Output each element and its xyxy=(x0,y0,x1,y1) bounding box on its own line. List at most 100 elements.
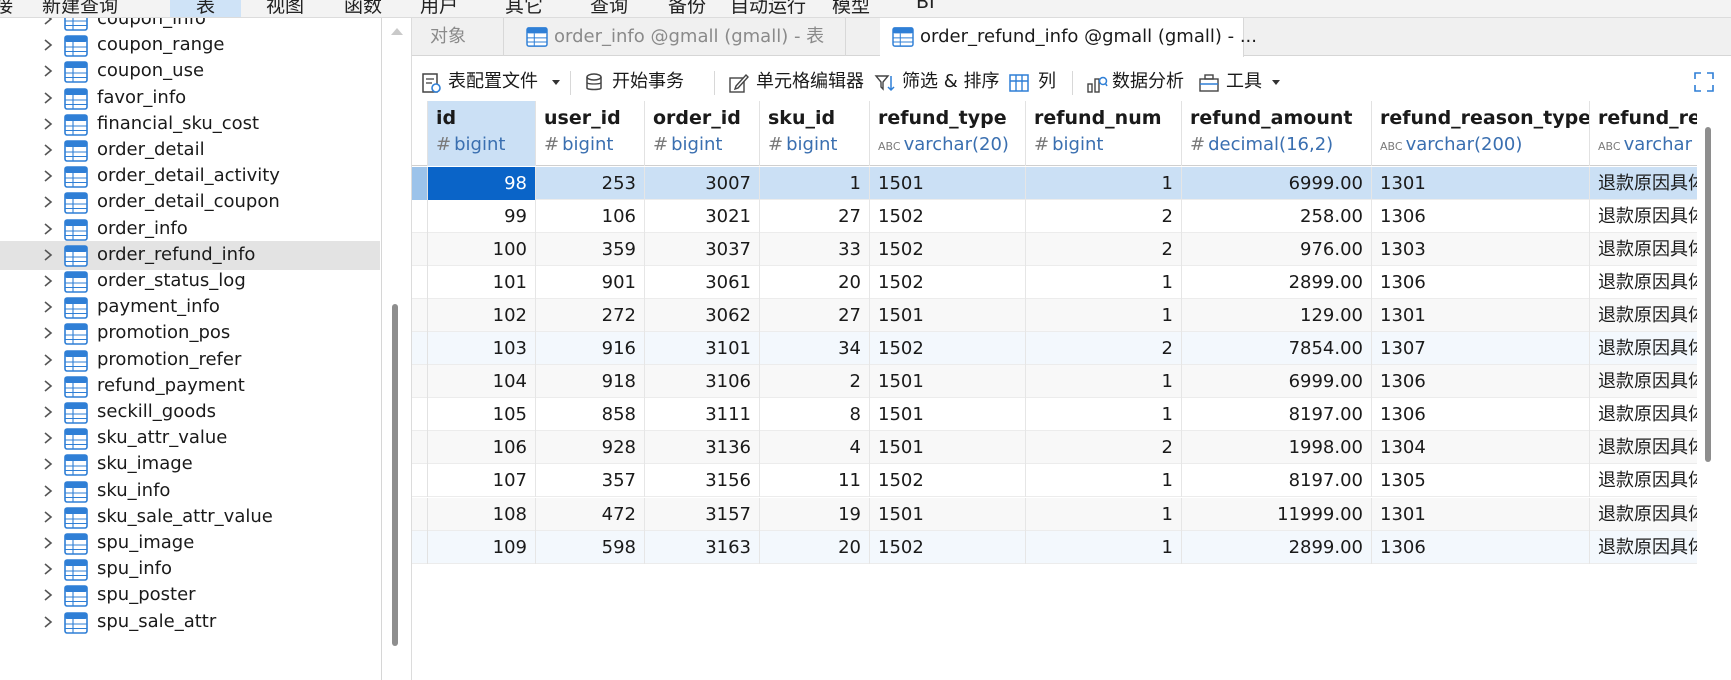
tree-item[interactable]: coupon_use xyxy=(0,57,380,86)
menu-item-bi[interactable]: BI xyxy=(916,0,935,13)
table-profile-button[interactable]: 表配置文件 xyxy=(418,63,568,101)
table-cell[interactable]: 1306 xyxy=(1372,530,1590,564)
table-cell[interactable]: 2 xyxy=(1026,233,1182,267)
table-cell[interactable]: 7854.00 xyxy=(1182,332,1372,366)
table-row[interactable]: 101 901 3061 20 1502 1 2899.00 1306 退款原因具体 xyxy=(412,266,1697,300)
table-cell[interactable]: 1501 xyxy=(870,167,1026,200)
chevron-right-icon[interactable] xyxy=(40,299,56,315)
table-cell[interactable]: 1301 xyxy=(1372,167,1590,200)
table-row[interactable]: 106 928 3136 4 1501 2 1998.00 1304 退款原因具体 xyxy=(412,431,1697,465)
table-cell[interactable]: 1502 xyxy=(870,530,1026,564)
table-cell[interactable]: 退款原因具体 xyxy=(1590,200,1697,233)
table-cell[interactable]: 3106 xyxy=(645,365,760,399)
table-cell[interactable]: 129.00 xyxy=(1182,299,1372,333)
table-row[interactable]: 98 253 3007 1 1501 1 6999.00 1301 退款原因具体 xyxy=(412,167,1697,200)
table-cell[interactable]: 8 xyxy=(760,398,870,432)
table-cell[interactable]: 106 xyxy=(428,431,536,465)
tree-item[interactable]: order_detail xyxy=(0,136,380,165)
cell-editor-button[interactable]: 单元格编辑器 xyxy=(728,63,878,101)
table-cell[interactable]: 退款原因具体 xyxy=(1590,431,1697,464)
table-row[interactable]: 108 472 3157 19 1501 1 11999.00 1301 退款原因具体 xyxy=(412,497,1697,531)
chevron-right-icon[interactable] xyxy=(40,63,56,79)
menu-item-connect[interactable]: 接 xyxy=(0,0,13,17)
chevron-right-icon[interactable] xyxy=(40,561,56,577)
table-cell[interactable]: 退款原因具体 xyxy=(1590,498,1697,531)
data-analysis-button[interactable]: 数据分析 xyxy=(1086,63,1190,101)
table-cell[interactable]: 918 xyxy=(536,365,645,399)
table-cell[interactable]: 99 xyxy=(428,200,536,234)
table-cell[interactable]: 3062 xyxy=(645,299,760,333)
table-cell[interactable]: 1502 xyxy=(870,266,1026,300)
column-header-id[interactable]: id # bigint xyxy=(428,101,536,166)
table-cell[interactable]: 2 xyxy=(1026,431,1182,465)
table-cell[interactable]: 928 xyxy=(536,431,645,465)
tree-item[interactable]: order_refund_info xyxy=(0,240,380,270)
table-cell[interactable]: 1502 xyxy=(870,332,1026,366)
table-cell[interactable]: 1301 xyxy=(1372,299,1590,333)
table-cell[interactable]: 1307 xyxy=(1372,332,1590,366)
table-cell[interactable]: 8197.00 xyxy=(1182,464,1372,498)
table-cell[interactable]: 19 xyxy=(760,497,870,531)
tools-button[interactable]: 工具 xyxy=(1198,63,1284,101)
chevron-right-icon[interactable] xyxy=(40,37,56,53)
table-cell[interactable]: 1306 xyxy=(1372,200,1590,234)
table-cell[interactable]: 253 xyxy=(536,167,645,200)
table-cell[interactable]: 1 xyxy=(1026,398,1182,432)
tree-item[interactable]: spu_image xyxy=(0,529,380,558)
chevron-right-icon[interactable] xyxy=(40,587,56,603)
table-cell[interactable]: 916 xyxy=(536,332,645,366)
tree-item[interactable]: promotion_pos xyxy=(0,319,380,348)
table-cell[interactable]: 34 xyxy=(760,332,870,366)
column-header-refund-amount[interactable]: refund_amount # decimal(16,2) xyxy=(1182,101,1372,166)
row-selector[interactable] xyxy=(412,167,428,200)
table-row[interactable]: 109 598 3163 20 1502 1 2899.00 1306 退款原因具体 xyxy=(412,530,1697,564)
table-cell[interactable]: 11999.00 xyxy=(1182,497,1372,531)
menu-item-model[interactable]: 模型 xyxy=(832,0,870,17)
table-cell[interactable]: 3136 xyxy=(645,431,760,465)
table-cell[interactable]: 1501 xyxy=(870,299,1026,333)
chevron-right-icon[interactable] xyxy=(40,221,56,237)
table-cell[interactable]: 1 xyxy=(1026,464,1182,498)
table-cell[interactable]: 退款原因具体 xyxy=(1590,167,1697,200)
table-cell[interactable]: 4 xyxy=(760,431,870,465)
table-cell[interactable]: 258.00 xyxy=(1182,200,1372,234)
row-selector[interactable] xyxy=(412,431,428,465)
chevron-right-icon[interactable] xyxy=(40,325,56,341)
table-row[interactable]: 99 106 3021 27 1502 2 258.00 1306 退款原因具体 xyxy=(412,200,1697,234)
chevron-right-icon[interactable] xyxy=(40,352,56,368)
table-cell[interactable]: 退款原因具体 xyxy=(1590,531,1697,564)
table-cell[interactable]: 3061 xyxy=(645,266,760,300)
row-selector[interactable] xyxy=(412,497,428,531)
column-header-refund-type[interactable]: refund_type ABC varchar(20) xyxy=(870,101,1026,166)
table-cell[interactable]: 2899.00 xyxy=(1182,530,1372,564)
table-cell[interactable]: 退款原因具体 xyxy=(1590,233,1697,266)
chevron-right-icon[interactable] xyxy=(40,90,56,106)
table-cell[interactable]: 3037 xyxy=(645,233,760,267)
table-cell[interactable]: 976.00 xyxy=(1182,233,1372,267)
column-header-refund-num[interactable]: refund_num # bigint xyxy=(1026,101,1182,166)
tree-item[interactable]: refund_payment xyxy=(0,372,380,401)
menu-item-automation[interactable]: 自动运行 xyxy=(730,0,806,17)
tab-0[interactable]: 对象 xyxy=(412,18,504,56)
table-cell[interactable]: 1 xyxy=(1026,497,1182,531)
menu-item-query[interactable]: 查询 xyxy=(590,0,628,17)
table-cell[interactable]: 1 xyxy=(1026,530,1182,564)
tree-item[interactable]: sku_attr_value xyxy=(0,424,380,453)
table-cell[interactable]: 1502 xyxy=(870,200,1026,234)
chevron-right-icon[interactable] xyxy=(40,18,56,27)
table-cell[interactable]: 退款原因具体 xyxy=(1590,464,1697,497)
tree-item[interactable]: sku_image xyxy=(0,450,380,479)
table-row[interactable]: 104 918 3106 2 1501 1 6999.00 1306 退款原因具体 xyxy=(412,365,1697,399)
column-header-sku-id[interactable]: sku_id # bigint xyxy=(760,101,870,166)
row-selector[interactable] xyxy=(412,299,428,333)
menu-item-view[interactable]: 视图 xyxy=(266,0,304,17)
filter-sort-button[interactable]: 筛选 & 排序 xyxy=(874,63,1012,101)
table-row[interactable]: 105 858 3111 8 1501 1 8197.00 1306 退款原因具体 xyxy=(412,398,1697,432)
table-cell[interactable]: 105 xyxy=(428,398,536,432)
tree-item[interactable]: seckill_goods xyxy=(0,398,380,427)
chevron-right-icon[interactable] xyxy=(40,430,56,446)
tree-item[interactable]: spu_sale_attr xyxy=(0,608,380,637)
chevron-right-icon[interactable] xyxy=(40,194,56,210)
table-cell[interactable]: 108 xyxy=(428,497,536,531)
table-cell[interactable]: 1306 xyxy=(1372,266,1590,300)
